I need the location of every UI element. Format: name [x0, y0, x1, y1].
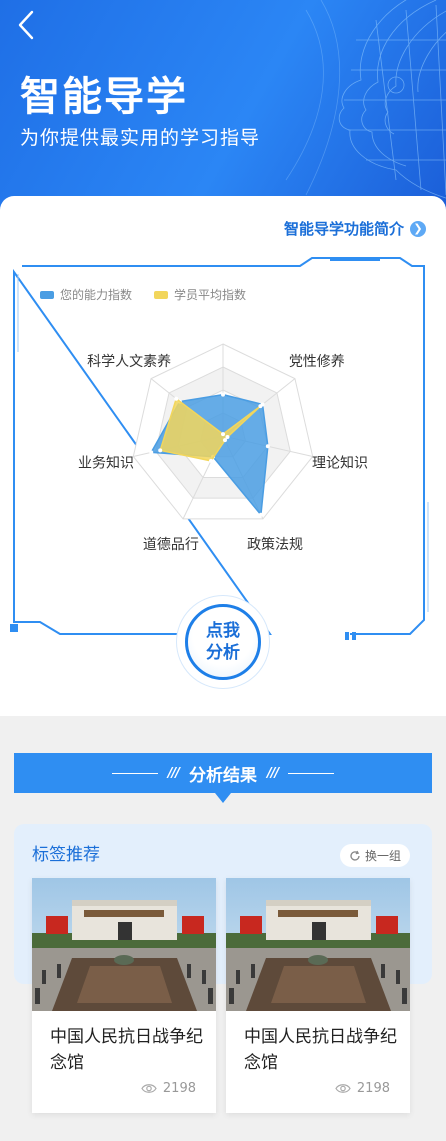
refresh-icon	[350, 850, 360, 861]
legend-label-self: 您的能力指数	[60, 288, 133, 302]
eye-icon	[141, 1084, 157, 1093]
back-arrow-icon[interactable]	[12, 8, 42, 42]
radar-axis-label: 科学人文素养	[87, 354, 171, 370]
radar-data-point	[209, 458, 214, 463]
eye-icon	[335, 1084, 351, 1093]
face-wireframe-illustration	[285, 0, 446, 199]
ability-radar-chart: 理想信念党性修养理论知识政策法规道德品行业务知识科学人文素养	[78, 343, 368, 553]
radar-axis-label: 业务知识	[78, 455, 134, 472]
radar-data-point	[265, 444, 270, 449]
swap-group-label: 换一组	[364, 849, 401, 863]
banner-pointer	[215, 793, 231, 803]
legend-swatch-self	[40, 290, 54, 299]
analysis-result-title: 分析结果	[189, 765, 257, 786]
view-count-value: 2198	[356, 1081, 390, 1096]
radar-data-point	[149, 450, 154, 455]
page-title: 智能导学	[20, 74, 188, 120]
legend-label-average: 学员平均指数	[174, 288, 247, 302]
chevron-right-icon: ❯	[410, 220, 426, 237]
radar-axis-label: 政策法规	[247, 536, 303, 553]
view-count: 2198	[141, 1081, 196, 1096]
analyze-button[interactable]: 点我 分析	[185, 604, 261, 680]
chart-legend: 您的能力指数 学员平均指数	[40, 286, 246, 303]
radar-data-point	[174, 396, 179, 401]
memorial-hall-photo	[226, 878, 410, 1011]
legend-item-self: 您的能力指数	[40, 286, 132, 303]
analyze-button-ring: 点我 分析	[177, 596, 269, 688]
radar-data-point	[221, 432, 225, 437]
banner-slash-left: ///	[167, 765, 180, 781]
radar-axis-label: 党性修养	[289, 354, 345, 370]
view-count-value: 2198	[162, 1081, 196, 1096]
recommend-card-title: 中国人民抗日战争纪念馆	[244, 1027, 397, 1073]
radar-data-point	[158, 448, 163, 453]
memorial-hall-photo	[32, 878, 216, 1011]
legend-item-average: 学员平均指数	[154, 286, 246, 303]
radar-axis-label: 理论知识	[312, 455, 368, 472]
radar-axis-label: 道德品行	[143, 537, 199, 553]
tag-recommend-title: 标签推荐	[32, 845, 100, 865]
banner-slash-right: ///	[267, 765, 279, 781]
radar-data-point	[225, 435, 230, 440]
view-count: 2198	[335, 1081, 390, 1096]
feature-intro-link[interactable]: 智能导学功能简介 ❯	[284, 218, 426, 239]
radar-data-point	[258, 404, 263, 409]
analysis-result-banner: /// 分析结果 ///	[14, 753, 432, 793]
legend-swatch-average	[154, 290, 169, 299]
page-subtitle: 为你提供最实用的学习指导	[20, 127, 261, 149]
banner-line-right	[288, 772, 335, 774]
banner-line-left	[111, 772, 158, 774]
recommend-card[interactable]: 中国人民抗日战争纪念馆 2198	[32, 878, 216, 1113]
radar-data-point	[258, 512, 263, 517]
swap-group-button[interactable]: 换一组	[339, 844, 410, 867]
feature-intro-label: 智能导学功能简介	[283, 220, 404, 238]
recommend-card-title: 中国人民抗日战争纪念馆	[50, 1027, 203, 1073]
radar-data-point	[221, 392, 225, 397]
recommend-card[interactable]: 中国人民抗日战争纪念馆 2198	[226, 878, 410, 1113]
hero-banner: 智能导学 为你提供最实用的学习指导	[0, 0, 446, 215]
radar-data-point	[222, 438, 227, 443]
